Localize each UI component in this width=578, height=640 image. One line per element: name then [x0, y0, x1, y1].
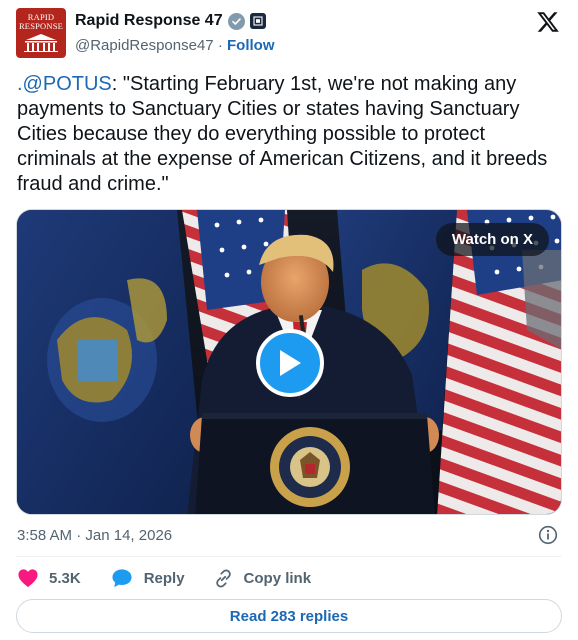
link-icon: [215, 569, 231, 587]
author-handle[interactable]: @RapidResponse47: [75, 37, 214, 54]
avatar[interactable]: RAPID RESPONSE: [16, 8, 66, 58]
video-media[interactable]: Watch on X: [16, 209, 562, 515]
copy-link-label: Copy link: [243, 569, 312, 587]
handle-separator: ·: [213, 36, 227, 54]
reply-bubble-icon: [112, 569, 132, 588]
reply-button[interactable]: Reply: [111, 568, 185, 588]
author-handle-row: @RapidResponse47 · Follow: [75, 35, 275, 55]
x-logo-icon[interactable]: [536, 10, 560, 34]
play-icon: [280, 350, 301, 376]
tweet-date: Jan 14, 2026: [85, 526, 173, 544]
tweet-header: RAPID RESPONSE Rapid Response 47 @RapidR…: [16, 6, 562, 58]
tweet-timestamp[interactable]: 3:58 AM · Jan 14, 2026: [17, 524, 172, 546]
read-replies-button[interactable]: Read 283 replies: [16, 599, 562, 633]
government-badge-icon: [249, 13, 266, 29]
watch-on-x-button[interactable]: Watch on X: [435, 223, 549, 256]
action-bar: 5.3K Reply Copy link: [17, 566, 311, 590]
white-house-icon: [24, 34, 58, 52]
tweet-time: 3:58 AM: [17, 526, 73, 544]
reply-label: Reply: [143, 569, 185, 587]
mention-link[interactable]: .@POTUS: [17, 73, 112, 95]
verified-badge-icon: [227, 12, 245, 30]
heart-icon: [18, 569, 38, 588]
tweet-text: .@POTUS: "Starting February 1st, we're n…: [17, 72, 565, 197]
copy-link-button[interactable]: Copy link: [213, 568, 312, 589]
like-button[interactable]: 5.3K: [17, 568, 81, 588]
avatar-wordmark: RAPID RESPONSE: [18, 12, 64, 31]
author-display-name[interactable]: Rapid Response 47: [75, 12, 223, 30]
time-separator: ·: [72, 526, 86, 544]
author-name-row: Rapid Response 47: [75, 10, 266, 32]
play-button[interactable]: [256, 329, 324, 397]
divider: [16, 556, 562, 557]
follow-button[interactable]: Follow: [227, 37, 275, 54]
info-icon[interactable]: [538, 525, 558, 545]
tweet-embed-card: RAPID RESPONSE Rapid Response 47 @RapidR…: [0, 0, 578, 640]
like-count: 5.3K: [49, 569, 81, 587]
